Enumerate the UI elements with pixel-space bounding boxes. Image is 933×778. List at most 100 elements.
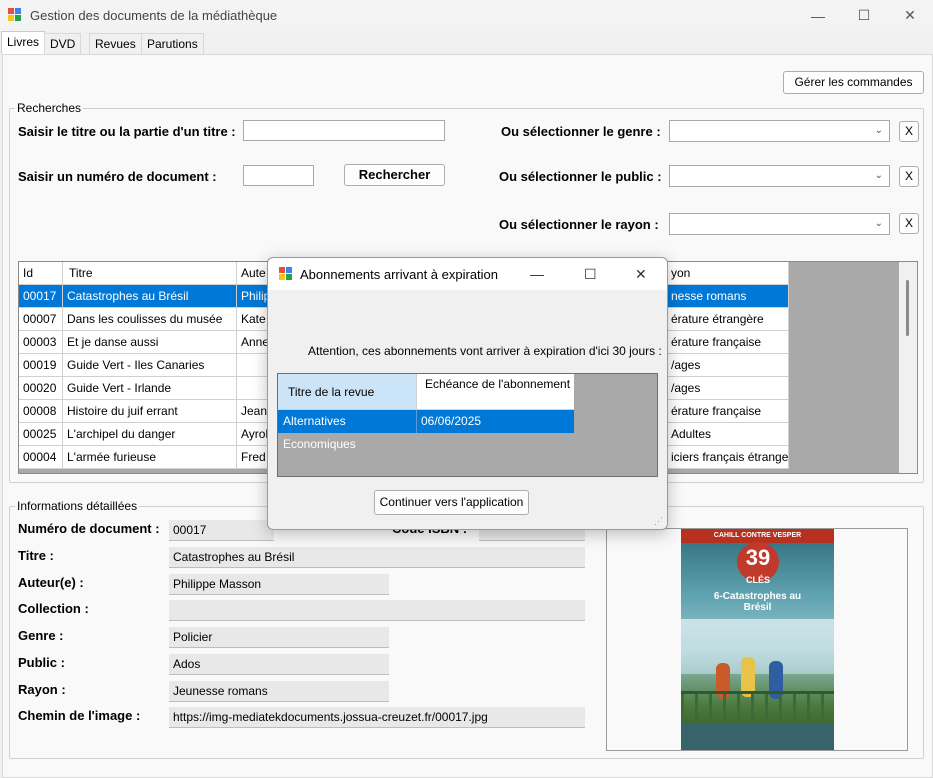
close-icon: ✕ xyxy=(904,7,916,23)
table-cell-id[interactable]: 00019 xyxy=(19,354,63,377)
minimize-button[interactable]: — xyxy=(795,0,841,31)
genre-select[interactable]: ⌄ xyxy=(669,120,890,142)
cover-image-box: CAHILL CONTRE VESPER 39 CLÉS 6-Catastrop… xyxy=(606,528,908,751)
table-cell-rayon[interactable]: érature française xyxy=(667,400,789,423)
maximize-icon: ☐ xyxy=(857,7,871,23)
cover-brand: CAHILL CONTRE VESPER xyxy=(681,529,834,543)
public-detail-label: Public : xyxy=(18,655,65,670)
tab-revues[interactable]: Revues xyxy=(89,33,142,54)
continue-button[interactable]: Continuer vers l'application xyxy=(374,490,529,515)
column-header-rayon[interactable]: yon xyxy=(667,262,789,285)
titre-field[interactable]: Catastrophes au Brésil xyxy=(169,547,585,568)
table-cell-rayon[interactable]: iciers français étrangers xyxy=(667,446,789,469)
expiring-subscriptions-dialog: Abonnements arrivant à expiration — ☐ ✕ … xyxy=(267,257,668,530)
table-cell-auteur[interactable]: Philip xyxy=(237,285,268,308)
table-cell-auteur[interactable] xyxy=(237,377,268,400)
close-button[interactable]: ✕ xyxy=(887,0,933,31)
table-cell-auteur[interactable]: Ayroll xyxy=(237,423,268,446)
table-cell-auteur[interactable]: Fred V xyxy=(237,446,268,469)
dialog-title: Abonnements arrivant à expiration xyxy=(300,267,499,282)
column-header-auteur[interactable]: Aute xyxy=(237,262,268,285)
vertical-scrollbar[interactable] xyxy=(899,262,917,473)
table-cell-rayon[interactable]: /ages xyxy=(667,377,789,400)
dialog-close-icon[interactable]: ✕ xyxy=(635,266,647,283)
column-header-titre-revue[interactable]: Titre de la revue xyxy=(278,374,417,410)
title-bar: Gestion des documents de la médiathèque … xyxy=(0,0,933,31)
clear-rayon-button[interactable]: X xyxy=(899,213,919,234)
search-group-label: Recherches xyxy=(15,101,84,115)
table-cell-echeance[interactable]: 06/06/2025 xyxy=(417,410,574,433)
number-search-label: Saisir un numéro de document : xyxy=(18,169,217,184)
window-title: Gestion des documents de la médiathèque xyxy=(30,8,278,23)
clear-genre-button[interactable]: X xyxy=(899,121,919,142)
table-cell-auteur[interactable] xyxy=(237,354,268,377)
titre-label: Titre : xyxy=(18,548,54,563)
genre-label: Ou sélectionner le genre : xyxy=(501,124,661,139)
rayon-field[interactable]: Jeunesse romans xyxy=(169,681,389,702)
manage-orders-button[interactable]: Gérer les commandes xyxy=(783,71,924,94)
title-search-label: Saisir le titre ou la partie d'un titre … xyxy=(18,124,236,139)
table-cell-titre[interactable]: Guide Vert - Iles Canaries xyxy=(63,354,237,377)
table-cell-titre[interactable]: L'archipel du danger xyxy=(63,423,237,446)
public-field[interactable]: Ados xyxy=(169,654,389,675)
table-cell-auteur[interactable]: Kate xyxy=(237,308,268,331)
dialog-maximize-icon[interactable]: ☐ xyxy=(584,266,597,283)
title-search-input[interactable] xyxy=(243,120,445,141)
tab-livres[interactable]: Livres xyxy=(1,31,46,54)
cover-series-word: CLÉS xyxy=(745,575,770,585)
table-cell-id[interactable]: 00007 xyxy=(19,308,63,331)
cover-subtitle: 6-Catastrophes au Brésil xyxy=(713,591,802,613)
clear-public-button[interactable]: X xyxy=(899,166,919,187)
column-header-id[interactable]: Id xyxy=(19,262,63,285)
column-header-echeance[interactable]: Echéance de l'abonnement xyxy=(417,374,574,410)
chevron-down-icon: ⌄ xyxy=(874,218,883,229)
table-cell-titre[interactable]: L'armée furieuse xyxy=(63,446,237,469)
cover-water xyxy=(681,724,834,750)
table-cell-id[interactable]: 00020 xyxy=(19,377,63,400)
scrollbar-thumb[interactable] xyxy=(906,280,909,336)
number-search-input[interactable] xyxy=(243,165,314,186)
collection-label: Collection : xyxy=(18,601,89,616)
table-cell-titre[interactable]: Guide Vert - Irlande xyxy=(63,377,237,400)
table-cell-id[interactable]: 00003 xyxy=(19,331,63,354)
table-cell-auteur[interactable]: Anne xyxy=(237,331,268,354)
collection-field[interactable] xyxy=(169,600,585,621)
table-cell-rayon[interactable]: nesse romans xyxy=(667,285,789,308)
genre-field[interactable]: Policier xyxy=(169,627,389,648)
table-cell-titre-revue[interactable]: Alternatives Economiques xyxy=(278,410,417,451)
image-path-field[interactable]: https://img-mediatekdocuments.jossua-cre… xyxy=(169,707,585,728)
tab-dvd[interactable]: DVD xyxy=(44,33,82,54)
table-cell-titre[interactable]: Histoire du juif errant xyxy=(63,400,237,423)
numero-field[interactable]: 00017 xyxy=(169,520,274,541)
resize-grip-icon[interactable]: ⋰ xyxy=(654,516,663,527)
auteur-field[interactable]: Philippe Masson xyxy=(169,574,389,595)
genre-detail-label: Genre : xyxy=(18,628,64,643)
public-select[interactable]: ⌄ xyxy=(669,165,890,187)
table-cell-rayon[interactable]: /ages xyxy=(667,354,789,377)
numero-label: Numéro de document : xyxy=(18,521,160,536)
chevron-down-icon: ⌄ xyxy=(874,170,883,181)
dialog-minimize-icon[interactable]: — xyxy=(530,266,544,282)
table-cell-id[interactable]: 00017 xyxy=(19,285,63,308)
search-button[interactable]: Rechercher xyxy=(344,164,445,186)
table-cell-rayon[interactable]: érature étrangère xyxy=(667,308,789,331)
image-path-label: Chemin de l'image : xyxy=(18,708,141,723)
maximize-button[interactable]: ☐ xyxy=(841,0,887,31)
table-cell-titre[interactable]: Et je danse aussi xyxy=(63,331,237,354)
app-icon xyxy=(8,8,22,22)
cover-railing xyxy=(681,691,834,724)
table-cell-id[interactable]: 00008 xyxy=(19,400,63,423)
tab-parutions[interactable]: Parutions des revues xyxy=(141,33,204,91)
table-cell-titre[interactable]: Dans les coulisses du musée xyxy=(63,308,237,331)
table-cell-auteur[interactable]: Jean xyxy=(237,400,268,423)
table-cell-id[interactable]: 00004 xyxy=(19,446,63,469)
column-header-titre[interactable]: Titre xyxy=(63,262,237,285)
rayon-label: Ou sélectionner le rayon : xyxy=(499,217,659,232)
table-cell-rayon[interactable]: érature française xyxy=(667,331,789,354)
table-cell-id[interactable]: 00025 xyxy=(19,423,63,446)
table-cell-rayon[interactable]: Adultes xyxy=(667,423,789,446)
expiring-table[interactable]: Titre de la revue Echéance de l'abonneme… xyxy=(277,373,658,477)
rayon-select[interactable]: ⌄ xyxy=(669,213,890,235)
dialog-title-bar: Abonnements arrivant à expiration — ☐ ✕ xyxy=(268,258,667,290)
table-cell-titre[interactable]: Catastrophes au Brésil xyxy=(63,285,237,308)
